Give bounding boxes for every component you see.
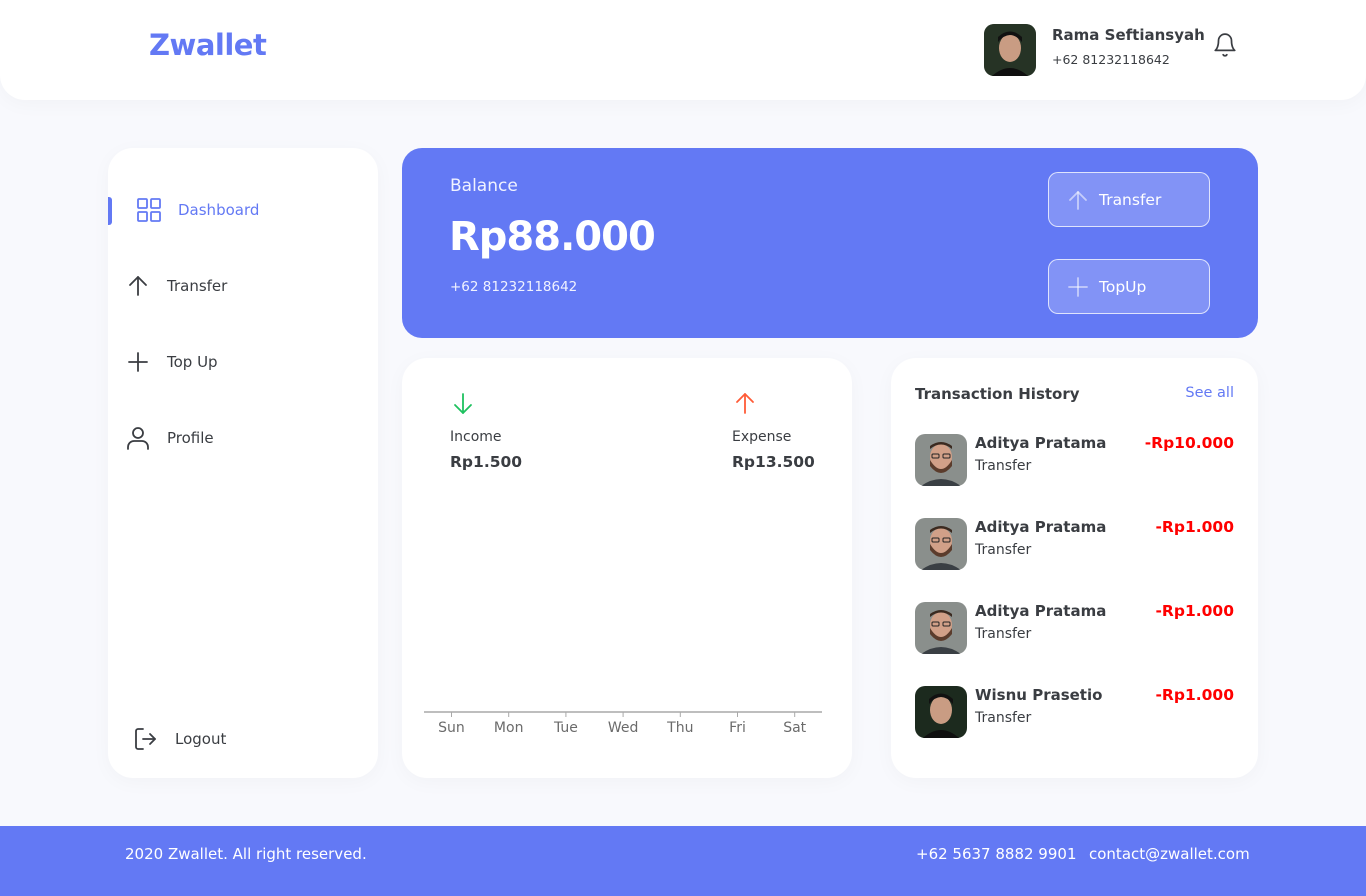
plus-icon bbox=[1068, 276, 1088, 297]
sidebar-item-topup[interactable]: Top Up bbox=[108, 342, 378, 382]
transaction-amount: -Rp1.000 bbox=[1155, 518, 1235, 536]
transaction-row[interactable]: Aditya Pratama Transfer -Rp1.000 bbox=[915, 518, 1234, 570]
transaction-type: Transfer bbox=[975, 710, 1032, 726]
balance-label: Balance bbox=[450, 176, 518, 196]
grid-icon bbox=[137, 198, 161, 222]
user-phone: +62 81232118642 bbox=[1052, 52, 1170, 67]
history-title: Transaction History bbox=[915, 385, 1080, 403]
sidebar-item-label: Profile bbox=[167, 429, 214, 447]
chart-tick-label: Tue bbox=[553, 720, 578, 736]
contact-avatar bbox=[915, 602, 967, 654]
chart-tick-label: Sun bbox=[438, 720, 465, 736]
chart-tick-label: Fri bbox=[729, 720, 746, 736]
plus-icon bbox=[128, 352, 148, 372]
income-expense-card: Income Rp1.500 Expense Rp13.500 Sun Mon Tu… bbox=[402, 358, 852, 778]
transaction-name: Aditya Pratama bbox=[975, 518, 1107, 536]
logout-icon bbox=[135, 728, 156, 750]
footer-copyright: 2020 Zwallet. All right reserved. bbox=[125, 845, 367, 863]
arrow-up-icon bbox=[1069, 190, 1087, 210]
transaction-amount: -Rp10.000 bbox=[1144, 434, 1234, 452]
chart-tick-label: Thu bbox=[666, 720, 693, 736]
chart-tick-label: Sat bbox=[783, 720, 806, 736]
sidebar-item-label: Transfer bbox=[167, 277, 228, 295]
user-icon bbox=[127, 427, 149, 450]
balance-card: Balance Rp88.000 +62 81232118642 Transfe… bbox=[402, 148, 1258, 338]
arrow-up-icon bbox=[129, 276, 147, 296]
transaction-amount: -Rp1.000 bbox=[1155, 602, 1235, 620]
chart-tick-label: Wed bbox=[608, 720, 639, 736]
logout-button[interactable]: Logout bbox=[108, 719, 378, 759]
transaction-amount: -Rp1.000 bbox=[1155, 686, 1235, 704]
sidebar-item-dashboard[interactable]: Dashboard bbox=[108, 190, 378, 230]
bell-icon[interactable] bbox=[1212, 32, 1238, 58]
see-all-link[interactable]: See all bbox=[1185, 385, 1234, 401]
footer-phone: +62 5637 8882 9901 bbox=[916, 845, 1077, 863]
footer-email[interactable]: contact@zwallet.com bbox=[1089, 845, 1250, 863]
weekly-chart: Sun Mon Tue Wed Thu Fri Sat bbox=[424, 711, 822, 736]
transaction-name: Aditya Pratama bbox=[975, 434, 1107, 452]
footer: 2020 Zwallet. All right reserved. +62 56… bbox=[0, 826, 1366, 896]
transaction-row[interactable]: Wisnu Prasetio Transfer -Rp1.000 bbox=[915, 686, 1234, 738]
user-avatar[interactable] bbox=[984, 24, 1036, 76]
sidebar-item-profile[interactable]: Profile bbox=[108, 418, 378, 458]
transfer-button[interactable]: Transfer bbox=[1048, 172, 1210, 227]
sidebar-item-label: Top Up bbox=[167, 353, 218, 371]
sidebar-item-label: Dashboard bbox=[178, 201, 260, 219]
contact-avatar bbox=[915, 518, 967, 570]
transaction-row[interactable]: Aditya Pratama Transfer -Rp10.000 bbox=[915, 434, 1234, 486]
transaction-history-card: Transaction History See all Aditya Prata… bbox=[891, 358, 1258, 778]
sidebar: Dashboard Transfer Top Up Profile Logout bbox=[108, 148, 378, 778]
topup-button-label: TopUp bbox=[1099, 277, 1147, 296]
transaction-name: Wisnu Prasetio bbox=[975, 686, 1103, 704]
balance-phone: +62 81232118642 bbox=[450, 279, 578, 295]
chart-tick-label: Mon bbox=[494, 720, 524, 736]
transaction-type: Transfer bbox=[975, 542, 1032, 558]
contact-avatar bbox=[915, 434, 967, 486]
contact-avatar bbox=[915, 686, 967, 738]
transaction-name: Aditya Pratama bbox=[975, 602, 1107, 620]
balance-value: Rp88.000 bbox=[449, 214, 656, 260]
user-name: Rama Seftiansyah bbox=[1052, 26, 1205, 44]
sidebar-item-transfer[interactable]: Transfer bbox=[108, 266, 378, 306]
transaction-type: Transfer bbox=[975, 626, 1032, 642]
transaction-row[interactable]: Aditya Pratama Transfer -Rp1.000 bbox=[915, 602, 1234, 654]
logout-label: Logout bbox=[175, 730, 227, 748]
top-header: Zwallet Rama Seftiansyah +62 81232118642 bbox=[0, 0, 1366, 100]
transfer-button-label: Transfer bbox=[1099, 190, 1162, 209]
brand-logo[interactable]: Zwallet bbox=[149, 28, 267, 62]
topup-button[interactable]: TopUp bbox=[1048, 259, 1210, 314]
transaction-type: Transfer bbox=[975, 458, 1032, 474]
